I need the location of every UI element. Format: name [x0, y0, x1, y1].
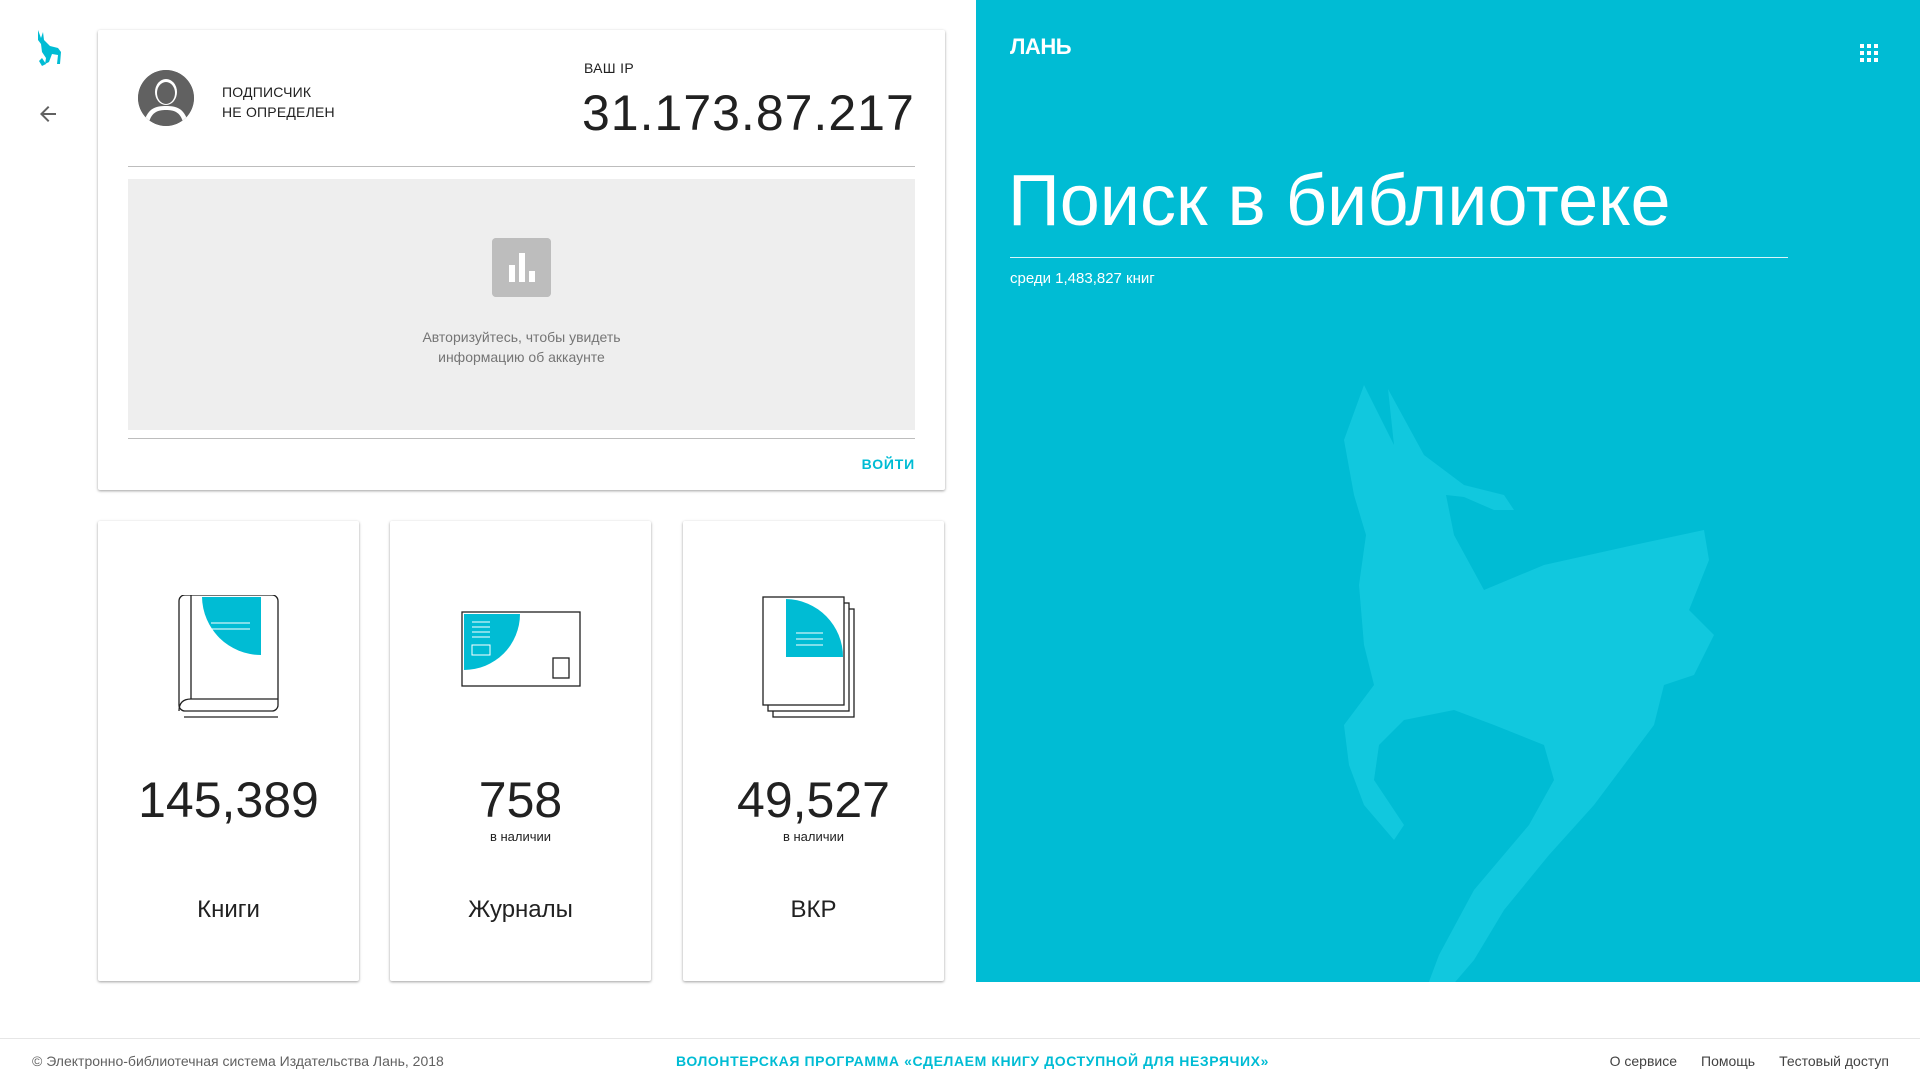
stat-availability: в наличии — [782, 829, 845, 844]
documents-icon — [762, 596, 855, 718]
subscriber-status: ПОДПИСЧИК НЕ ОПРЕДЕЛЕН — [222, 82, 335, 122]
side-rail — [0, 0, 96, 1040]
brand-logo[interactable]: ЛАНЬ — [1010, 34, 1072, 60]
auth-message-line1: Авторизуйтесь, чтобы увидеть — [422, 329, 621, 345]
volunteer-program-link[interactable]: ВОЛОНТЕРСКАЯ ПРОГРАММА «СДЕЛАЕМ КНИГУ ДО… — [676, 1053, 1269, 1069]
apps-grid-icon[interactable] — [1860, 44, 1878, 62]
search-hero-panel[interactable]: ЛАНЬ Поиск в библиотеке среди 1,483,827 … — [976, 0, 1920, 982]
subscriber-line1: ПОДПИСЧИК — [222, 84, 312, 100]
account-card: ПОДПИСЧИК НЕ ОПРЕДЕЛЕН ВАШ IP 31.173.87.… — [98, 30, 945, 490]
book-icon — [178, 595, 279, 718]
divider — [128, 166, 915, 167]
auth-message-line2: информацию об аккаунте — [438, 349, 605, 365]
auth-message: Авторизуйтесь, чтобы увидеть информацию … — [128, 327, 915, 367]
footer-link-help[interactable]: Помощь — [1701, 1053, 1755, 1069]
search-title[interactable]: Поиск в библиотеке — [1008, 160, 1670, 242]
ip-label: ВАШ IP — [584, 60, 634, 76]
stat-title: Книги — [197, 896, 260, 923]
stat-number: 49,527 — [737, 772, 890, 828]
divider — [128, 438, 915, 439]
arrow-back-icon[interactable] — [36, 102, 60, 126]
footer-links: О сервисе Помощь Тестовый доступ — [1610, 1053, 1889, 1069]
stat-card-journals[interactable]: 758 в наличии Журналы — [390, 521, 651, 981]
footer: © Электронно-библиотечная система Издате… — [0, 1038, 1920, 1080]
subscriber-line2: НЕ ОПРЕДЕЛЕН — [222, 104, 335, 120]
stat-card-books[interactable]: 145,389 Книги — [98, 521, 359, 981]
stat-availability: в наличии — [489, 829, 552, 844]
avatar — [138, 70, 194, 126]
search-underline — [1010, 257, 1788, 258]
login-button[interactable]: ВОЙТИ — [862, 456, 915, 472]
footer-link-trial[interactable]: Тестовый доступ — [1779, 1053, 1889, 1069]
deer-logo-icon[interactable] — [32, 28, 64, 68]
stat-card-vkr[interactable]: 49,527 в наличии ВКР — [683, 521, 944, 981]
stat-title: Журналы — [468, 896, 573, 923]
book-count: среди 1,483,827 книг — [1010, 270, 1155, 287]
auth-placeholder: Авторизуйтесь, чтобы увидеть информацию … — [128, 179, 915, 430]
copyright: © Электронно-библиотечная система Издате… — [32, 1053, 444, 1069]
footer-link-about[interactable]: О сервисе — [1610, 1053, 1677, 1069]
ip-value: 31.173.87.217 — [582, 85, 915, 141]
bar-chart-icon — [492, 238, 551, 297]
stat-number: 758 — [478, 772, 563, 828]
deer-watermark-icon — [1344, 385, 1714, 982]
stat-title: ВКР — [790, 896, 837, 923]
stat-number: 145,389 — [138, 772, 319, 828]
journal-icon — [461, 611, 581, 687]
user-silhouette-icon — [138, 70, 194, 126]
